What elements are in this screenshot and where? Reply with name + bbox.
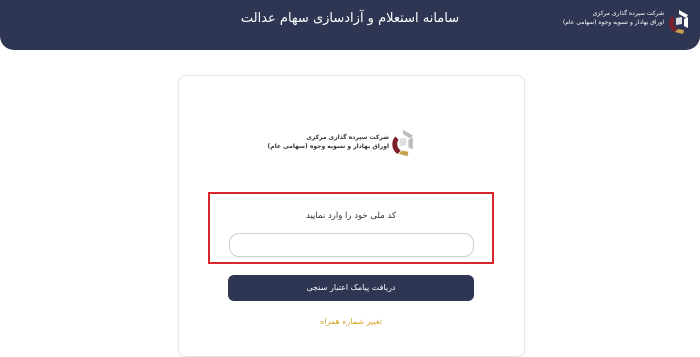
get-verification-sms-button[interactable]: دریافت پیامک اعتبار سنجی [228,275,474,301]
csdi-emblem-icon [392,129,413,157]
brand-logo[interactable]: شرکت سپرده گذاری مرکزی اوراق بهادار و تس… [563,6,690,40]
national-code-label: کد ملی خود را وارد نمایید [306,211,396,221]
brand-logo-line-2: اوراق بهادار و تسویه وجوه (سهامی عام) [562,19,664,26]
brand-logo-text: شرکت سپرده گذاری مرکزی اوراق بهادار و تس… [563,9,664,27]
top-header-bar: سامانه استعلام و آزادسازی سهام عدالت شرک… [0,0,700,50]
brand-logo-line-1: شرکت سپرده گذاری مرکزی [592,10,664,17]
csdi-emblem-icon [669,10,688,34]
card-brand-logo: شرکت سپرده گذاری مرکزی اوراق بهادار و تس… [268,127,415,163]
card-logo-text: شرکت سپرده گذاری مرکزی اوراق بهادار و تس… [268,133,389,151]
national-code-input[interactable] [229,233,474,257]
card-logo-line-2: اوراق بهادار و تسویه وجوه (سهامی عام) [267,143,389,150]
card-logo-line-1: شرکت سپرده گذاری مرکزی [306,134,389,141]
change-phone-number-link[interactable]: تغییر شماره همراه [228,317,474,326]
